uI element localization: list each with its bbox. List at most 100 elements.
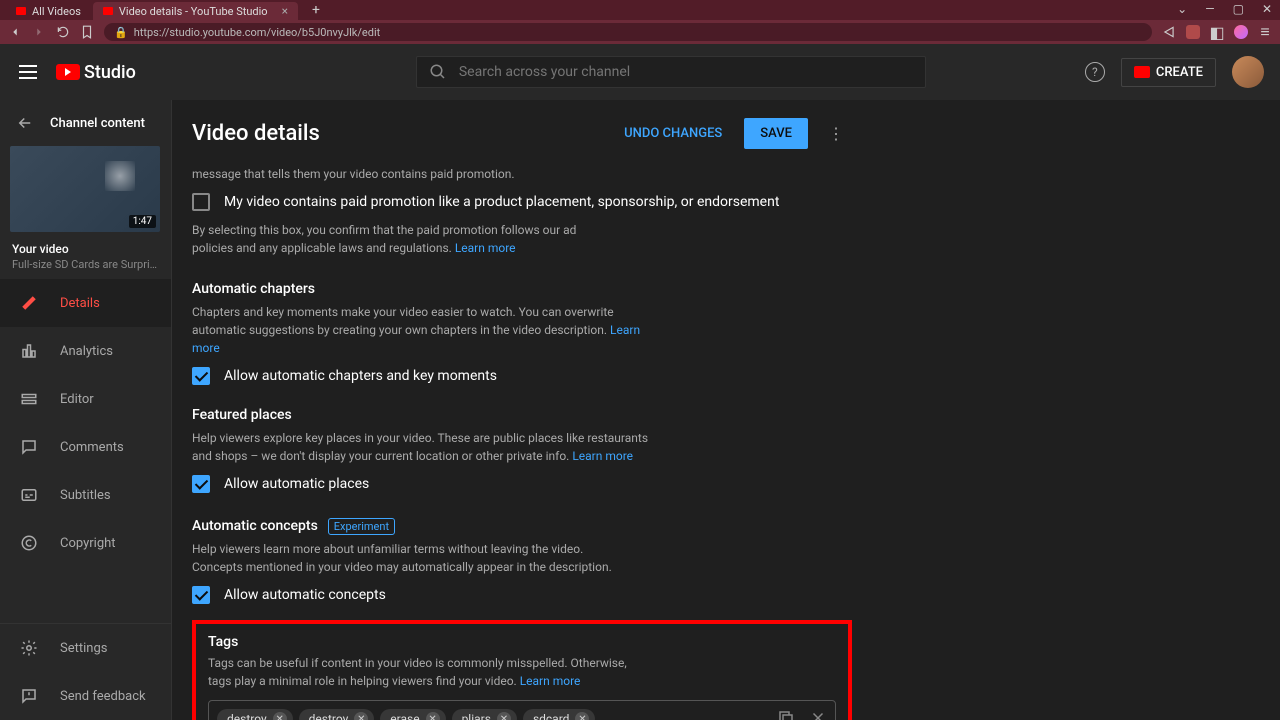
video-duration: 1:47: [129, 215, 156, 228]
sidebar-item-editor[interactable]: Editor: [0, 375, 171, 423]
undo-changes-button[interactable]: UNDO CHANGES: [614, 118, 732, 149]
sidebar-item-copyright[interactable]: Copyright: [0, 519, 171, 567]
chevron-down-icon[interactable]: ⌄: [1177, 2, 1187, 16]
main-content: Video details UNDO CHANGES SAVE ⋮ messag…: [172, 100, 1280, 720]
experiment-badge: Experiment: [328, 518, 395, 535]
browser-tab-bar: All Videos Video details - YouTube Studi…: [0, 0, 1280, 20]
tab-title: Video details - YouTube Studio: [119, 5, 268, 18]
video-thumbnail[interactable]: 1:47: [10, 146, 160, 232]
tab-title: All Videos: [32, 5, 81, 18]
browser-tab-inactive[interactable]: All Videos: [6, 2, 91, 20]
create-button[interactable]: CREATE: [1121, 58, 1216, 87]
nav-label: Comments: [60, 440, 124, 455]
featured-places-checkbox-label: Allow automatic places: [224, 476, 369, 492]
auto-chapters-checkbox[interactable]: [192, 367, 210, 385]
tag-chip: sdcard ✕: [523, 709, 596, 720]
paid-promo-checkbox[interactable]: [192, 193, 210, 211]
tag-text: sdcard: [533, 712, 570, 720]
nav-back-icon[interactable]: [8, 25, 22, 39]
nav-label: Details: [60, 296, 100, 311]
tag-text: destroy: [309, 712, 349, 720]
remove-tag-icon[interactable]: ✕: [354, 712, 368, 720]
comments-icon: [20, 438, 38, 456]
nav-label: Analytics: [60, 344, 113, 359]
menu-icon[interactable]: ≡: [1258, 25, 1272, 39]
remove-tag-icon[interactable]: ✕: [575, 712, 589, 720]
sidebar-back-label: Channel content: [50, 116, 145, 131]
create-video-icon: [1134, 66, 1150, 78]
tags-section-highlighted: Tags Tags can be useful if content in yo…: [192, 620, 852, 720]
auto-concepts-checkbox-label: Allow automatic concepts: [224, 587, 386, 603]
new-tab-button[interactable]: +: [306, 2, 326, 18]
bookmark-icon[interactable]: [80, 25, 94, 39]
learn-more-link[interactable]: Learn more: [572, 449, 633, 463]
sidebar-item-settings[interactable]: Settings: [0, 624, 171, 672]
minimize-icon[interactable]: —: [1205, 2, 1214, 16]
feedback-icon: [20, 687, 38, 705]
nav-label: Send feedback: [60, 689, 146, 704]
close-icon[interactable]: ×: [282, 4, 288, 18]
extension-icon[interactable]: [1186, 25, 1200, 39]
search-box[interactable]: [416, 56, 926, 88]
nav-label: Subtitles: [60, 488, 111, 503]
tags-input-field[interactable]: destroy✕destroy✕erase✕pliars✕sdcard✕smas…: [208, 700, 836, 720]
copy-icon[interactable]: [777, 709, 795, 720]
sidebar: Channel content 1:47 Your video Full-siz…: [0, 100, 172, 720]
arrow-left-icon: [16, 114, 34, 132]
sidebar-item-comments[interactable]: Comments: [0, 423, 171, 471]
paid-promo-disclaimer: By selecting this box, you confirm that …: [192, 223, 576, 255]
maximize-icon[interactable]: ▢: [1233, 2, 1244, 16]
url-text: https://studio.youtube.com/video/b5J0nvy…: [134, 26, 381, 39]
auto-chapters-title: Automatic chapters: [192, 281, 852, 297]
profile-icon[interactable]: [1234, 25, 1248, 39]
reload-icon[interactable]: [56, 25, 70, 39]
puzzle-icon[interactable]: ◧: [1210, 25, 1224, 39]
learn-more-link[interactable]: Learn more: [455, 241, 516, 255]
remove-tag-icon[interactable]: ✕: [426, 712, 440, 720]
sidebar-item-details[interactable]: Details: [0, 279, 171, 327]
save-button[interactable]: SAVE: [744, 118, 808, 149]
share-icon[interactable]: [1162, 25, 1176, 39]
featured-places-checkbox[interactable]: [192, 475, 210, 493]
sidebar-item-analytics[interactable]: Analytics: [0, 327, 171, 375]
help-icon[interactable]: ?: [1085, 62, 1105, 82]
auto-chapters-desc: Chapters and key moments make your video…: [192, 305, 614, 337]
avatar[interactable]: [1232, 56, 1264, 88]
browser-address-bar: 🔒 https://studio.youtube.com/video/b5J0n…: [0, 20, 1280, 44]
create-label: CREATE: [1156, 65, 1203, 80]
more-options-icon[interactable]: ⋮: [820, 120, 852, 147]
tag-text: erase: [390, 712, 419, 720]
remove-tag-icon[interactable]: ✕: [273, 712, 287, 720]
auto-concepts-title: Automatic concepts: [192, 518, 318, 534]
sidebar-nav: Details Analytics Editor Comments Subtit…: [0, 279, 171, 623]
tags-title: Tags: [208, 634, 836, 650]
close-window-icon[interactable]: ✕: [1262, 2, 1272, 16]
video-title-text: Full-size SD Cards are Surprisingly D...: [12, 258, 159, 271]
subtitles-icon: [20, 486, 38, 504]
hamburger-menu-icon[interactable]: [16, 60, 40, 84]
auto-concepts-checkbox[interactable]: [192, 586, 210, 604]
featured-places-title: Featured places: [192, 407, 852, 423]
app-header: Studio ? CREATE: [0, 44, 1280, 100]
clear-all-icon[interactable]: [809, 709, 827, 720]
sidebar-back[interactable]: Channel content: [0, 100, 171, 146]
youtube-studio-logo[interactable]: Studio: [56, 62, 136, 83]
auto-concepts-desc: Help viewers learn more about unfamiliar…: [192, 540, 632, 576]
url-input[interactable]: 🔒 https://studio.youtube.com/video/b5J0n…: [104, 23, 1152, 41]
browser-tab-active[interactable]: Video details - YouTube Studio ×: [93, 2, 298, 20]
tag-text: destroy: [227, 712, 267, 720]
tag-chip: pliars✕: [452, 709, 517, 720]
tag-chip: destroy ✕: [217, 709, 293, 720]
learn-more-link[interactable]: Learn more: [520, 674, 581, 688]
lock-icon: 🔒: [114, 26, 128, 39]
search-input[interactable]: [459, 64, 913, 80]
your-video-label: Your video: [12, 242, 159, 256]
auto-chapters-checkbox-label: Allow automatic chapters and key moments: [224, 368, 497, 384]
tag-chip: erase ✕: [380, 709, 445, 720]
nav-forward-icon[interactable]: [32, 25, 46, 39]
copyright-icon: [20, 534, 38, 552]
youtube-icon: [16, 7, 26, 15]
sidebar-item-subtitles[interactable]: Subtitles: [0, 471, 171, 519]
sidebar-item-feedback[interactable]: Send feedback: [0, 672, 171, 720]
remove-tag-icon[interactable]: ✕: [497, 712, 511, 720]
